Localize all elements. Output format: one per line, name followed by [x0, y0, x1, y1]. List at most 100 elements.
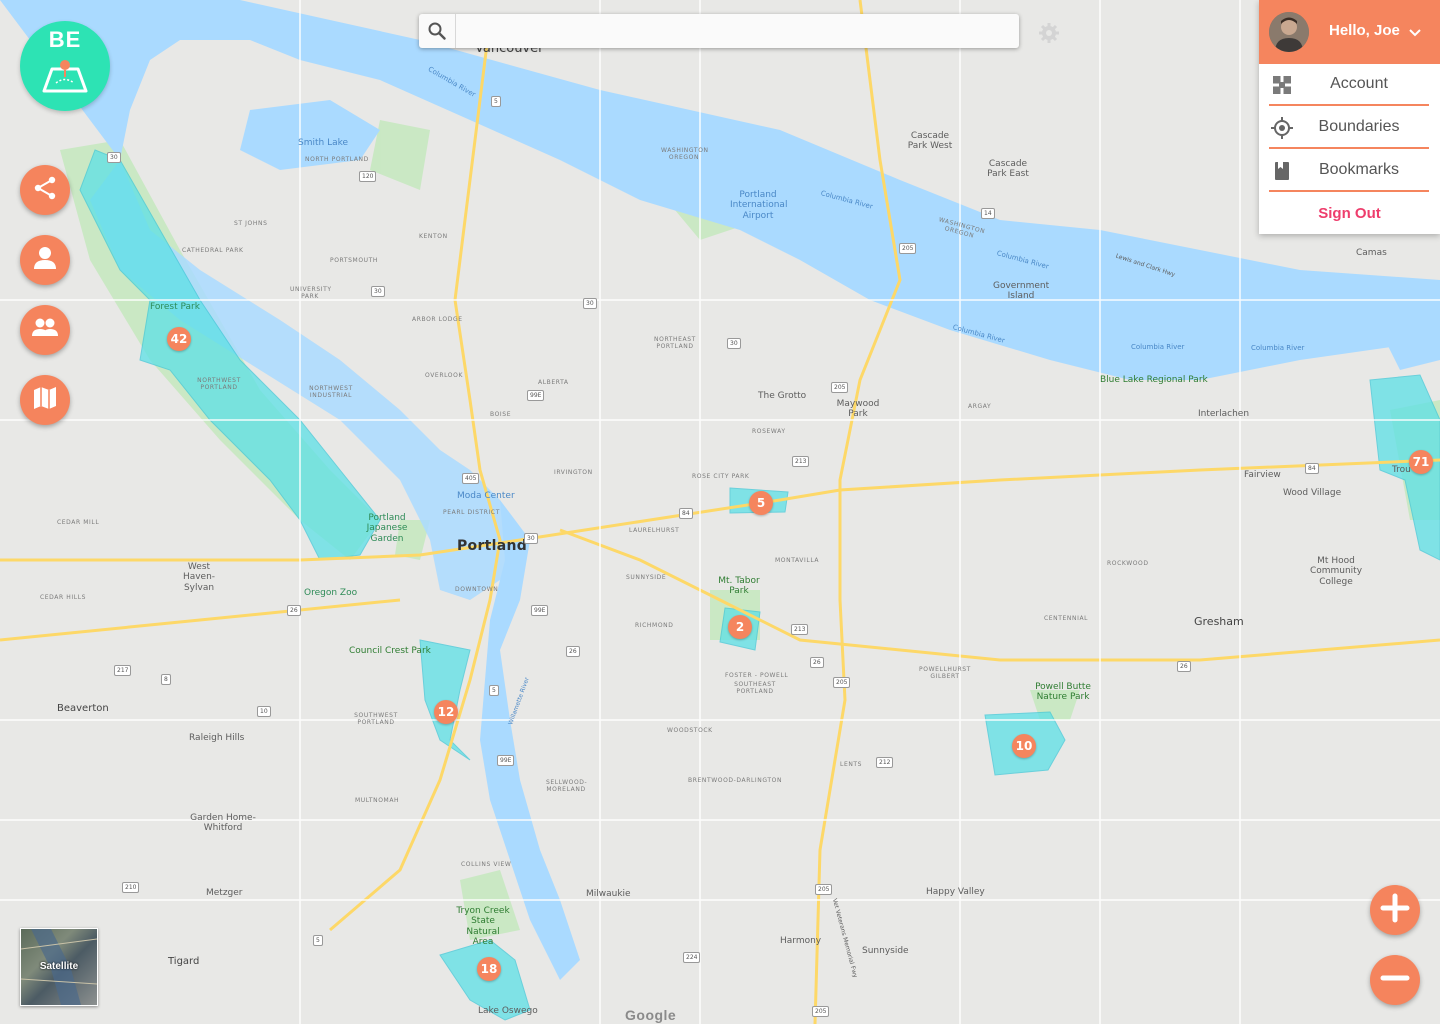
- label-cathedral-park: CATHEDRAL PARK: [182, 247, 244, 254]
- boundary-marker[interactable]: 12: [434, 700, 458, 724]
- highway-shield: 99E: [497, 755, 515, 766]
- user-greeting: Hello, Joe: [1329, 22, 1400, 39]
- menu-item-bookmarks[interactable]: Bookmarks: [1269, 150, 1429, 192]
- label-columbia-river-5: Columbia River: [1131, 343, 1185, 351]
- label-woodstock: WOODSTOCK: [667, 727, 713, 734]
- boundary-marker[interactable]: 5: [749, 491, 773, 515]
- label-brentwood: BRENTWOOD-DARLINGTON: [688, 777, 783, 784]
- plus-icon: [1380, 893, 1410, 928]
- label-university-park: UNIVERSITY PARK: [290, 286, 332, 300]
- groups-button[interactable]: [20, 305, 70, 355]
- boundary-marker[interactable]: 18: [477, 957, 501, 981]
- highway-shield: 217: [114, 665, 132, 676]
- label-wood-village: Wood Village: [1283, 488, 1342, 498]
- highway-shield: 26: [1177, 661, 1191, 672]
- label-laurelhurst: LAURELHURST: [629, 527, 680, 534]
- map-canvas[interactable]: Vancouver Smith Lake NORTH PORTLAND ST J…: [0, 0, 1440, 1024]
- highway-shield: 205: [899, 243, 917, 254]
- label-overlook: OVERLOOK: [425, 372, 463, 379]
- boundary-marker[interactable]: 10: [1012, 734, 1036, 758]
- target-icon: [1271, 117, 1293, 139]
- highway-shield: 120: [359, 171, 377, 182]
- chevron-down-icon: [1409, 25, 1421, 43]
- label-garden-home: Garden Home-Whitford: [190, 813, 256, 834]
- label-northwest-industrial: NORTHWEST INDUSTRIAL: [309, 385, 353, 399]
- highway-shield: 14: [981, 208, 995, 219]
- highway-shield: 8: [161, 674, 171, 685]
- highway-shield: 205: [812, 1006, 830, 1017]
- label-powell-butte: Powell Butte Nature Park: [1035, 682, 1091, 703]
- boundary-marker[interactable]: 42: [167, 327, 191, 351]
- label-tigard: Tigard: [168, 956, 200, 967]
- label-cascade-park-west: Cascade Park West: [907, 131, 953, 152]
- label-metzger: Metzger: [206, 888, 243, 898]
- map-button[interactable]: [20, 375, 70, 425]
- label-north-portland: NORTH PORTLAND: [305, 156, 369, 163]
- zoom-in-button[interactable]: [1370, 885, 1420, 935]
- menu-label-account: Account: [1330, 75, 1388, 92]
- label-sunnyside: SUNNYSIDE: [626, 574, 667, 581]
- highway-shield: 405: [462, 473, 480, 484]
- highway-shield: 213: [792, 456, 810, 467]
- search-icon[interactable]: [419, 14, 456, 48]
- label-west-haven: West Haven-Sylvan: [182, 562, 216, 593]
- group-icon: [31, 315, 59, 346]
- account-icon: [1271, 74, 1293, 96]
- user-menu-toggle[interactable]: Hello, Joe: [1259, 0, 1440, 64]
- label-washington-oregon-1: WASHINGTON OREGON: [661, 147, 709, 161]
- highway-shield: 205: [833, 677, 851, 688]
- label-lake-oswego: Lake Oswego: [478, 1006, 538, 1016]
- sign-out-link[interactable]: Sign Out: [1259, 205, 1440, 222]
- label-government-island: Government Island: [993, 281, 1050, 302]
- boundary-marker[interactable]: 71: [1409, 450, 1433, 474]
- label-portsmouth: PORTSMOUTH: [330, 257, 379, 264]
- gear-icon: [1038, 22, 1060, 49]
- label-alberta: ALBERTA: [538, 379, 569, 386]
- label-irvington: IRVINGTON: [554, 469, 593, 476]
- app-logo[interactable]: BE: [20, 21, 110, 111]
- map-icon: [32, 385, 58, 416]
- share-icon: [32, 175, 58, 206]
- label-portland-airport: Portland International Airport: [730, 190, 788, 221]
- label-northeast-portland: NORTHEAST PORTLAND: [654, 336, 696, 350]
- highway-shield: 5: [313, 935, 323, 946]
- highway-shield: 30: [371, 286, 385, 297]
- label-centennial: CENTENNIAL: [1044, 615, 1089, 622]
- label-forest-park: Forest Park: [150, 302, 200, 312]
- satellite-toggle[interactable]: Satellite: [20, 928, 98, 1006]
- highway-shield: 210: [122, 882, 140, 893]
- highway-shield: 30: [524, 533, 538, 544]
- boundary-marker[interactable]: 2: [728, 615, 752, 639]
- satellite-label: Satellite: [39, 961, 79, 972]
- label-oregon-zoo: Oregon Zoo: [304, 588, 358, 598]
- highway-shield: 26: [566, 646, 580, 657]
- highway-shield: 213: [791, 624, 809, 635]
- label-mt-tabor: Mt. Tabor Park: [718, 576, 760, 597]
- user-icon: [32, 245, 58, 276]
- highway-shield: 212: [876, 757, 894, 768]
- label-powellhurst: POWELLHURST GILBERT: [919, 666, 971, 680]
- search-bar: [419, 14, 1019, 48]
- highway-shield: 5: [489, 685, 499, 696]
- share-button[interactable]: [20, 165, 70, 215]
- highway-shield: 99E: [527, 390, 545, 401]
- label-mt-hood-cc: Mt Hood Community College: [1309, 556, 1363, 587]
- label-pearl-district: PEARL DISTRICT: [443, 509, 500, 516]
- highway-shield: 99E: [531, 605, 549, 616]
- label-roseway: ROSEWAY: [752, 428, 786, 435]
- highway-shield: 5: [491, 96, 501, 107]
- label-interlachen: Interlachen: [1198, 409, 1250, 419]
- label-blue-lake: Blue Lake Regional Park: [1100, 375, 1208, 385]
- label-sunnyside-city: Sunnyside: [862, 946, 909, 956]
- label-cedar-hills: CEDAR HILLS: [40, 594, 87, 601]
- label-tryon-creek: Tryon Creek State Natural Area: [456, 906, 510, 948]
- search-input[interactable]: [457, 14, 1013, 48]
- profile-button[interactable]: [20, 235, 70, 285]
- highway-shield: 30: [727, 338, 741, 349]
- label-boise: BOISE: [490, 411, 512, 418]
- zoom-out-button[interactable]: [1370, 955, 1420, 1005]
- menu-item-account[interactable]: Account: [1269, 64, 1429, 106]
- label-lents: LENTS: [840, 761, 863, 768]
- label-camas: Camas: [1356, 248, 1387, 258]
- menu-item-boundaries[interactable]: Boundaries: [1269, 107, 1429, 149]
